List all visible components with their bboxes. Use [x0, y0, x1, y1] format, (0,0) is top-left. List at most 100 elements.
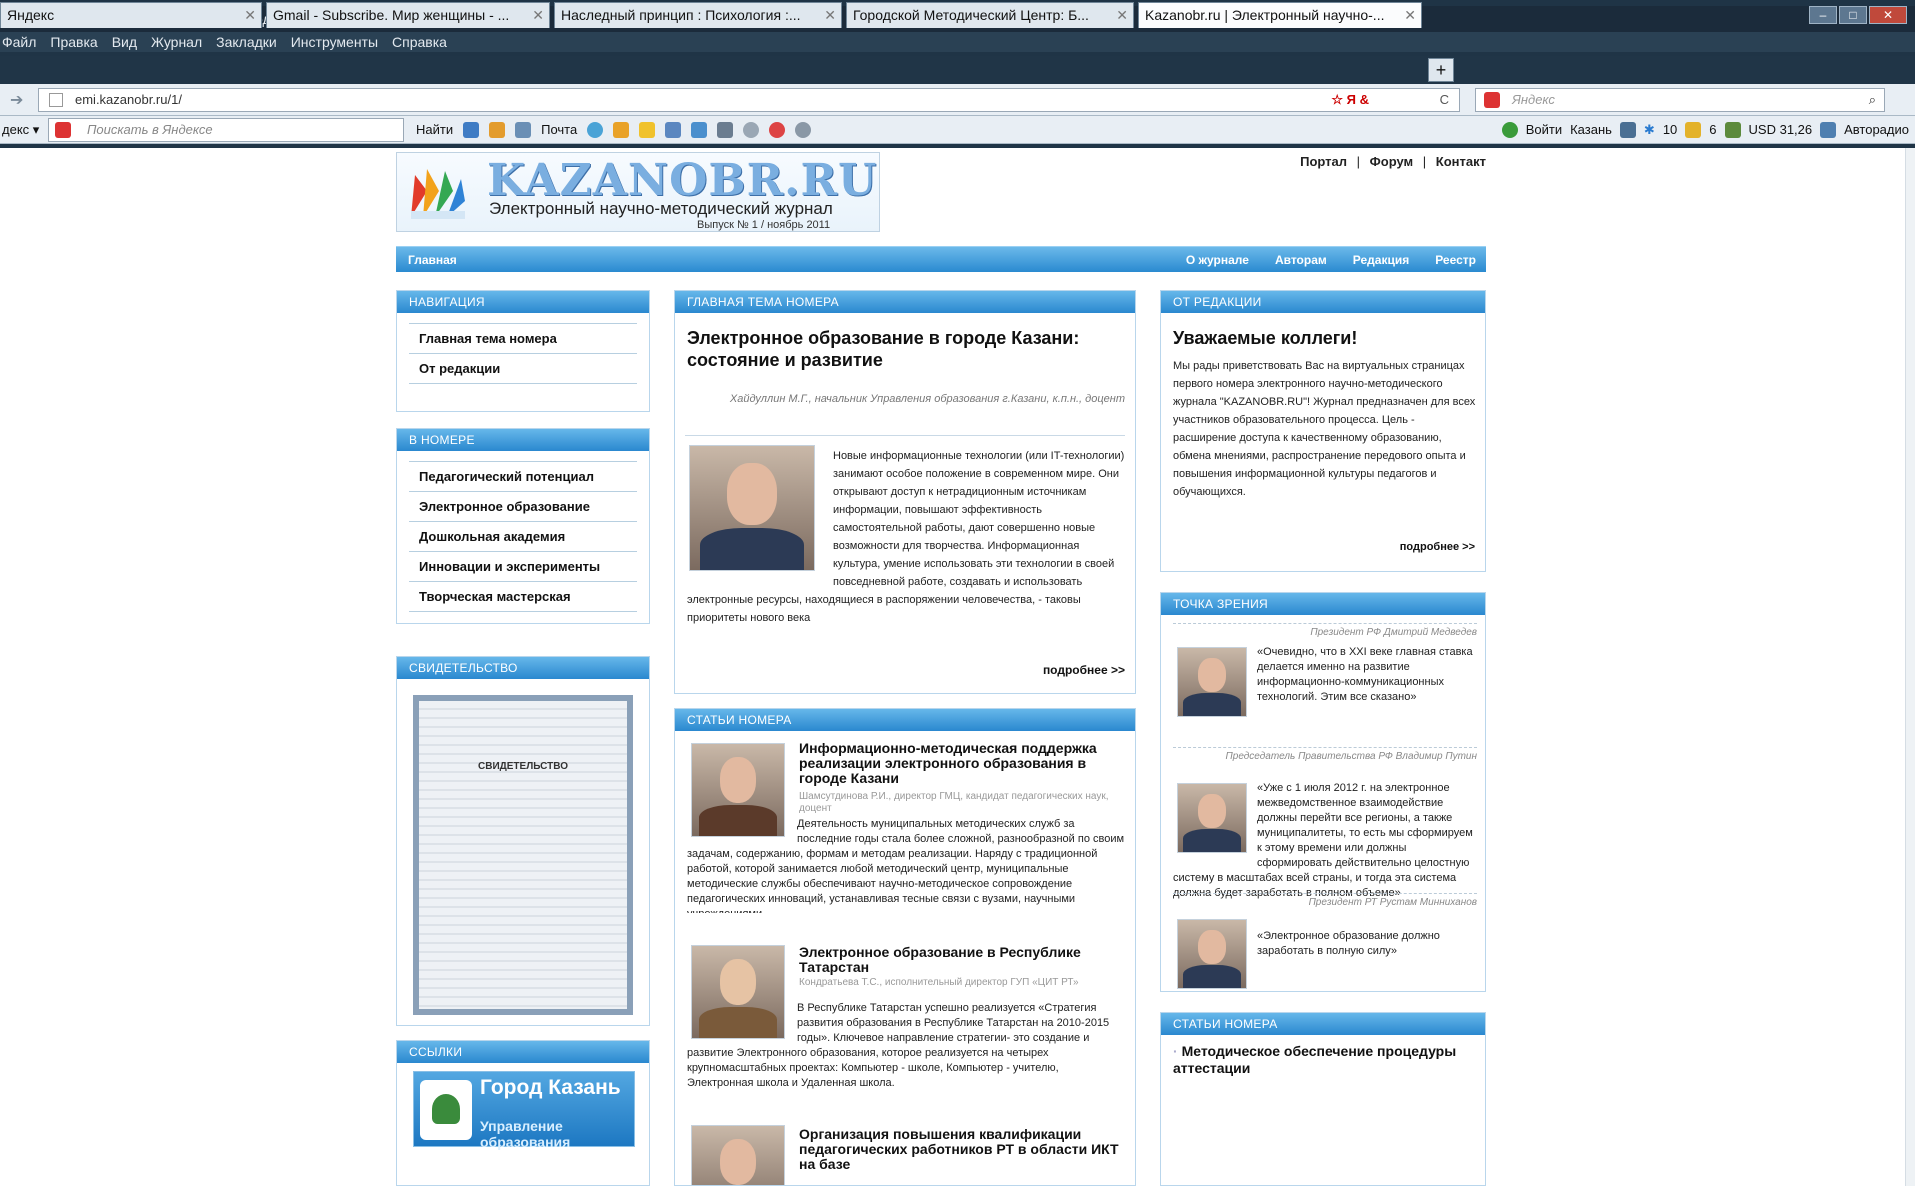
find-button[interactable]: Найти [416, 116, 453, 144]
portal-link[interactable]: Портал [1300, 154, 1347, 169]
nav-editorial[interactable]: Редакция [1353, 247, 1409, 273]
traffic-icon[interactable] [1619, 122, 1636, 138]
navigation-panel: НАВИГАЦИЯ Главная тема номера От редакци… [396, 290, 650, 412]
editorial-excerpt: Мы рады приветствовать Вас на виртуальны… [1173, 360, 1476, 498]
usd-rate-label[interactable]: USD 31,26 [1749, 116, 1813, 144]
articles-panel: СТАТЬИ НОМЕРА Информационно-методическая… [674, 708, 1136, 1186]
tab-psychology[interactable]: Наследный принцип : Психология :... ✕ [554, 2, 842, 28]
menu-file[interactable]: Файл [2, 32, 36, 52]
weather-icon: ✱ [1643, 122, 1655, 137]
chat-icon[interactable] [743, 122, 760, 138]
navigation-header: НАВИГАЦИЯ [397, 291, 649, 313]
reload-icon[interactable]: C [1440, 89, 1449, 111]
main-topic-more-link[interactable]: подробнее >> [1043, 663, 1125, 677]
nav-item-main-topic[interactable]: Главная тема номера [409, 323, 637, 353]
top-links: Портал | Форум | Контакт [1300, 154, 1486, 169]
text-icon[interactable] [691, 122, 708, 138]
menu-help[interactable]: Справка [392, 32, 447, 52]
yandex-search-icon [1484, 92, 1500, 108]
article-2-excerpt: В Республике Татарстан успешно реализует… [687, 1002, 1110, 1089]
close-tab-icon[interactable]: ✕ [532, 3, 544, 27]
main-topic-byline: Хайдуллин М.Г., начальник Управления обр… [729, 393, 1125, 405]
articles-header: СТАТЬИ НОМЕРА [675, 709, 1135, 731]
editorial-more-link[interactable]: подробнее >> [1400, 541, 1475, 553]
login-button[interactable]: Войти [1526, 116, 1562, 144]
music-icon[interactable] [769, 122, 786, 138]
editorial-panel: ОТ РЕДАКЦИИ Уважаемые коллеги! Мы рады п… [1160, 290, 1486, 572]
contact-link[interactable]: Контакт [1436, 154, 1486, 169]
page-icon [49, 93, 63, 107]
puzzle-icon[interactable] [613, 122, 630, 138]
menu-tools[interactable]: Инструменты [291, 32, 378, 52]
links-header: ССЫЛКИ [397, 1041, 649, 1063]
editorial-header: ОТ РЕДАКЦИИ [1161, 291, 1485, 313]
translate-icon[interactable] [665, 122, 682, 138]
refresh-icon[interactable] [587, 122, 604, 138]
close-tab-icon[interactable]: ✕ [244, 3, 256, 27]
nav-authors[interactable]: Авторам [1275, 247, 1327, 273]
menu-bookmarks[interactable]: Закладки [216, 32, 277, 52]
viewpoint-panel: ТОЧКА ЗРЕНИЯ Президент РФ Дмитрий Медвед… [1160, 592, 1486, 992]
traffic-score-label[interactable]: 6 [1709, 116, 1716, 144]
quote-1-author: Президент РФ Дмитрий Медведев [1310, 627, 1477, 638]
address-bar[interactable]: emi.kazanobr.ru/1/ ☆ Я & C [38, 88, 1460, 112]
page-scrollbar[interactable] [1905, 148, 1915, 1186]
autoradio-label[interactable]: Авторадио [1844, 116, 1909, 144]
close-tab-icon[interactable]: ✕ [824, 3, 836, 27]
yandex-search-input[interactable]: Поискать в Яндексе [48, 118, 404, 142]
nav-item-editorial[interactable]: От редакции [409, 353, 637, 384]
magnifier-icon[interactable]: ⌕ [1869, 89, 1876, 111]
grid-icon[interactable] [717, 122, 734, 138]
site-logo[interactable]: KAZANOBR.RU Электронный научно-методичес… [396, 152, 880, 232]
login-icon [1501, 122, 1518, 138]
menu-edit[interactable]: Правка [50, 32, 97, 52]
yandex-widget-icon[interactable] [463, 122, 480, 138]
article-1-title[interactable]: Информационно-методическая поддержка реа… [799, 741, 1129, 786]
nav-home[interactable]: Главная [408, 247, 457, 273]
certificate-image[interactable]: СВИДЕТЕЛЬСТВО [413, 695, 633, 1015]
search-input[interactable]: Яндекс ⌕ [1475, 88, 1885, 112]
mail-button[interactable]: Почта [541, 116, 577, 144]
star-icon[interactable] [639, 122, 656, 138]
logo-flower-icon [411, 169, 465, 219]
close-tab-icon[interactable]: ✕ [1404, 3, 1416, 27]
city-label[interactable]: Казань [1570, 116, 1612, 144]
menu-view[interactable]: Вид [112, 32, 137, 52]
tab-kazanobr[interactable]: Kazanobr.ru | Электронный научно-... ✕ [1138, 2, 1422, 28]
tab-strip [0, 56, 1915, 84]
issue-item-preschool[interactable]: Дошкольная академия [409, 521, 637, 551]
new-tab-button[interactable]: + [1428, 58, 1454, 82]
forum-link[interactable]: Форум [1370, 154, 1413, 169]
tab-gmc[interactable]: Городской Методический Центр: Б... ✕ [846, 2, 1134, 28]
nav-registry[interactable]: Реестр [1435, 247, 1476, 273]
tab-yandex[interactable]: Яндекс ✕ [0, 2, 262, 28]
gear-icon[interactable] [795, 122, 812, 138]
kazan-education-banner[interactable]: Город Казань Управление образования [413, 1071, 635, 1150]
editorial-title[interactable]: Уважаемые коллеги! [1173, 327, 1473, 349]
logo-subtitle: Электронный научно-методический журнал [489, 199, 833, 218]
menu-history[interactable]: Журнал [151, 32, 202, 52]
certificate-panel: СВИДЕТЕЛЬСТВО СВИДЕТЕЛЬСТВО [396, 656, 650, 1026]
close-tab-icon[interactable]: ✕ [1116, 3, 1128, 27]
main-topic-title[interactable]: Электронное образование в городе Казани:… [687, 327, 1127, 371]
tab-gmail[interactable]: Gmail - Subscribe. Мир женщины - ... ✕ [266, 2, 550, 28]
close-button[interactable]: ✕ [1869, 6, 1907, 24]
yandex-bar-icon[interactable]: ☆ Я & [1331, 89, 1369, 111]
minimize-button[interactable]: – [1809, 6, 1837, 24]
issue-item-innovation[interactable]: Инновации и эксперименты [409, 551, 637, 581]
back-arrow-icon[interactable]: ➔ [10, 90, 23, 110]
issue-item-creative[interactable]: Творческая мастерская [409, 581, 637, 612]
issue-item-pedagogical[interactable]: Педагогический потенциал [409, 461, 637, 491]
article-2-title[interactable]: Электронное образование в Республике Тат… [799, 945, 1129, 975]
in-issue-header: В НОМЕРЕ [397, 429, 649, 451]
issue-item-e-education[interactable]: Электронное образование [409, 491, 637, 521]
article-3-title[interactable]: Организация повышения квалификации педаг… [799, 1127, 1129, 1172]
maximize-button[interactable]: □ [1839, 6, 1867, 24]
quote-3-text: «Электронное образование должно заработа… [1257, 930, 1440, 957]
right-article-1-link[interactable]: · Методическое обеспечение процедуры атт… [1173, 1043, 1473, 1077]
quote-2-text: «Уже с 1 июля 2012 г. на электронное меж… [1173, 782, 1473, 899]
nav-about[interactable]: О журнале [1186, 247, 1249, 273]
bookmark-icon[interactable] [489, 122, 506, 138]
temperature-label[interactable]: 10 [1663, 116, 1677, 144]
radio-icon [1820, 122, 1837, 138]
